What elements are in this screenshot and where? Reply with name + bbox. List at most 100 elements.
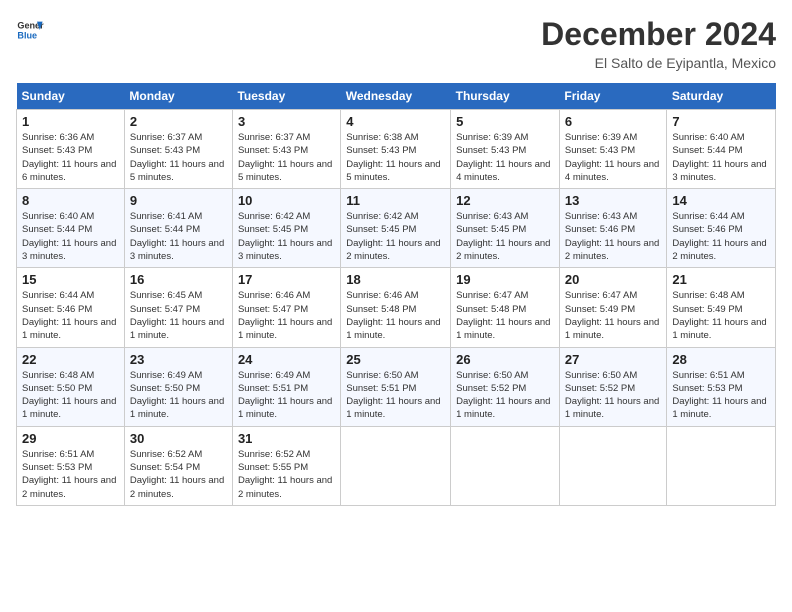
day-number: 24 bbox=[238, 352, 335, 367]
day-number: 12 bbox=[456, 193, 554, 208]
day-number: 3 bbox=[238, 114, 335, 129]
calendar-cell: 4 Sunrise: 6:38 AMSunset: 5:43 PMDaylight… bbox=[341, 110, 451, 189]
calendar-cell: 23 Sunrise: 6:49 AMSunset: 5:50 PMDayligh… bbox=[124, 347, 232, 426]
cell-info: Sunrise: 6:51 AMSunset: 5:53 PMDaylight:… bbox=[672, 369, 770, 422]
cell-info: Sunrise: 6:50 AMSunset: 5:52 PMDaylight:… bbox=[565, 369, 661, 422]
week-row-3: 15 Sunrise: 6:44 AMSunset: 5:46 PMDayligh… bbox=[17, 268, 776, 347]
calendar-cell: 9 Sunrise: 6:41 AMSunset: 5:44 PMDaylight… bbox=[124, 189, 232, 268]
day-number: 8 bbox=[22, 193, 119, 208]
day-number: 31 bbox=[238, 431, 335, 446]
week-row-1: 1 Sunrise: 6:36 AMSunset: 5:43 PMDaylight… bbox=[17, 110, 776, 189]
day-header-monday: Monday bbox=[124, 83, 232, 110]
week-row-4: 22Sunrise: 6:48 AMSunset: 5:50 PMDayligh… bbox=[17, 347, 776, 426]
logo: General Blue bbox=[16, 16, 44, 44]
day-number: 11 bbox=[346, 193, 445, 208]
cell-info: Sunrise: 6:47 AMSunset: 5:48 PMDaylight:… bbox=[456, 289, 554, 342]
calendar-cell: 25 Sunrise: 6:50 AMSunset: 5:51 PMDayligh… bbox=[341, 347, 451, 426]
day-number: 2 bbox=[130, 114, 227, 129]
day-number: 18 bbox=[346, 272, 445, 287]
cell-info: Sunrise: 6:38 AMSunset: 5:43 PMDaylight:… bbox=[346, 131, 445, 184]
logo-icon: General Blue bbox=[16, 16, 44, 44]
calendar-cell: 28 Sunrise: 6:51 AMSunset: 5:53 PMDayligh… bbox=[667, 347, 776, 426]
day-number: 10 bbox=[238, 193, 335, 208]
calendar-cell: 31 Sunrise: 6:52 AMSunset: 5:55 PMDayligh… bbox=[232, 426, 340, 505]
calendar-cell: 19 Sunrise: 6:47 AMSunset: 5:48 PMDayligh… bbox=[451, 268, 560, 347]
cell-info: Sunrise: 6:44 AMSunset: 5:46 PMDaylight:… bbox=[672, 210, 770, 263]
cell-info: Sunrise: 6:48 AMSunset: 5:49 PMDaylight:… bbox=[672, 289, 770, 342]
day-header-wednesday: Wednesday bbox=[341, 83, 451, 110]
calendar-cell: 14 Sunrise: 6:44 AMSunset: 5:46 PMDayligh… bbox=[667, 189, 776, 268]
calendar-cell: 11 Sunrise: 6:42 AMSunset: 5:45 PMDayligh… bbox=[341, 189, 451, 268]
cell-info: Sunrise: 6:40 AMSunset: 5:44 PMDaylight:… bbox=[672, 131, 770, 184]
cell-info: Sunrise: 6:49 AMSunset: 5:51 PMDaylight:… bbox=[238, 369, 335, 422]
calendar-cell: 13Sunrise: 6:43 AMSunset: 5:46 PMDayligh… bbox=[559, 189, 666, 268]
day-header-sunday: Sunday bbox=[17, 83, 125, 110]
cell-info: Sunrise: 6:51 AMSunset: 5:53 PMDaylight:… bbox=[22, 448, 119, 501]
cell-info: Sunrise: 6:39 AMSunset: 5:43 PMDaylight:… bbox=[456, 131, 554, 184]
calendar-cell: 6Sunrise: 6:39 AMSunset: 5:43 PMDaylight… bbox=[559, 110, 666, 189]
day-number: 26 bbox=[456, 352, 554, 367]
calendar-cell: 18 Sunrise: 6:46 AMSunset: 5:48 PMDayligh… bbox=[341, 268, 451, 347]
calendar-cell: 7 Sunrise: 6:40 AMSunset: 5:44 PMDaylight… bbox=[667, 110, 776, 189]
cell-info: Sunrise: 6:52 AMSunset: 5:55 PMDaylight:… bbox=[238, 448, 335, 501]
calendar-cell bbox=[451, 426, 560, 505]
cell-info: Sunrise: 6:52 AMSunset: 5:54 PMDaylight:… bbox=[130, 448, 227, 501]
cell-info: Sunrise: 6:46 AMSunset: 5:48 PMDaylight:… bbox=[346, 289, 445, 342]
cell-info: Sunrise: 6:44 AMSunset: 5:46 PMDaylight:… bbox=[22, 289, 119, 342]
day-number: 16 bbox=[130, 272, 227, 287]
calendar-cell: 17 Sunrise: 6:46 AMSunset: 5:47 PMDayligh… bbox=[232, 268, 340, 347]
calendar-cell: 27 Sunrise: 6:50 AMSunset: 5:52 PMDayligh… bbox=[559, 347, 666, 426]
day-number: 19 bbox=[456, 272, 554, 287]
calendar-cell: 26 Sunrise: 6:50 AMSunset: 5:52 PMDayligh… bbox=[451, 347, 560, 426]
days-header-row: SundayMondayTuesdayWednesdayThursdayFrid… bbox=[17, 83, 776, 110]
calendar-cell bbox=[559, 426, 666, 505]
cell-info: Sunrise: 6:37 AMSunset: 5:43 PMDaylight:… bbox=[130, 131, 227, 184]
calendar-cell: 10Sunrise: 6:42 AMSunset: 5:45 PMDayligh… bbox=[232, 189, 340, 268]
calendar-cell: 30 Sunrise: 6:52 AMSunset: 5:54 PMDayligh… bbox=[124, 426, 232, 505]
location-title: El Salto de Eyipantla, Mexico bbox=[541, 55, 776, 71]
day-header-thursday: Thursday bbox=[451, 83, 560, 110]
calendar-cell: 1 Sunrise: 6:36 AMSunset: 5:43 PMDaylight… bbox=[17, 110, 125, 189]
day-number: 4 bbox=[346, 114, 445, 129]
calendar-cell: 2 Sunrise: 6:37 AMSunset: 5:43 PMDaylight… bbox=[124, 110, 232, 189]
day-number: 9 bbox=[130, 193, 227, 208]
day-number: 25 bbox=[346, 352, 445, 367]
cell-info: Sunrise: 6:50 AMSunset: 5:51 PMDaylight:… bbox=[346, 369, 445, 422]
day-number: 30 bbox=[130, 431, 227, 446]
day-number: 5 bbox=[456, 114, 554, 129]
day-number: 1 bbox=[22, 114, 119, 129]
calendar-cell: 15 Sunrise: 6:44 AMSunset: 5:46 PMDayligh… bbox=[17, 268, 125, 347]
day-number: 15 bbox=[22, 272, 119, 287]
cell-info: Sunrise: 6:49 AMSunset: 5:50 PMDaylight:… bbox=[130, 369, 227, 422]
calendar-cell: 12Sunrise: 6:43 AMSunset: 5:45 PMDayligh… bbox=[451, 189, 560, 268]
calendar-cell: 3 Sunrise: 6:37 AMSunset: 5:43 PMDaylight… bbox=[232, 110, 340, 189]
day-number: 23 bbox=[130, 352, 227, 367]
cell-info: Sunrise: 6:42 AMSunset: 5:45 PMDaylight:… bbox=[346, 210, 445, 263]
title-area: December 2024 El Salto de Eyipantla, Mex… bbox=[541, 16, 776, 71]
day-number: 27 bbox=[565, 352, 661, 367]
day-number: 20 bbox=[565, 272, 661, 287]
cell-info: Sunrise: 6:37 AMSunset: 5:43 PMDaylight:… bbox=[238, 131, 335, 184]
calendar-cell: 24 Sunrise: 6:49 AMSunset: 5:51 PMDayligh… bbox=[232, 347, 340, 426]
cell-info: Sunrise: 6:41 AMSunset: 5:44 PMDaylight:… bbox=[130, 210, 227, 263]
header: General Blue December 2024 El Salto de E… bbox=[16, 16, 776, 71]
day-number: 7 bbox=[672, 114, 770, 129]
day-number: 28 bbox=[672, 352, 770, 367]
day-number: 14 bbox=[672, 193, 770, 208]
day-number: 17 bbox=[238, 272, 335, 287]
calendar-cell: 8Sunrise: 6:40 AMSunset: 5:44 PMDaylight… bbox=[17, 189, 125, 268]
cell-info: Sunrise: 6:50 AMSunset: 5:52 PMDaylight:… bbox=[456, 369, 554, 422]
day-number: 29 bbox=[22, 431, 119, 446]
calendar-cell: 16Sunrise: 6:45 AMSunset: 5:47 PMDayligh… bbox=[124, 268, 232, 347]
calendar-cell bbox=[341, 426, 451, 505]
cell-info: Sunrise: 6:36 AMSunset: 5:43 PMDaylight:… bbox=[22, 131, 119, 184]
calendar-cell bbox=[667, 426, 776, 505]
calendar-table: SundayMondayTuesdayWednesdayThursdayFrid… bbox=[16, 83, 776, 506]
calendar-cell: 22Sunrise: 6:48 AMSunset: 5:50 PMDayligh… bbox=[17, 347, 125, 426]
week-row-2: 8Sunrise: 6:40 AMSunset: 5:44 PMDaylight… bbox=[17, 189, 776, 268]
calendar-cell: 5 Sunrise: 6:39 AMSunset: 5:43 PMDaylight… bbox=[451, 110, 560, 189]
day-number: 22 bbox=[22, 352, 119, 367]
calendar-cell: 29 Sunrise: 6:51 AMSunset: 5:53 PMDayligh… bbox=[17, 426, 125, 505]
calendar-cell: 21Sunrise: 6:48 AMSunset: 5:49 PMDayligh… bbox=[667, 268, 776, 347]
cell-info: Sunrise: 6:46 AMSunset: 5:47 PMDaylight:… bbox=[238, 289, 335, 342]
